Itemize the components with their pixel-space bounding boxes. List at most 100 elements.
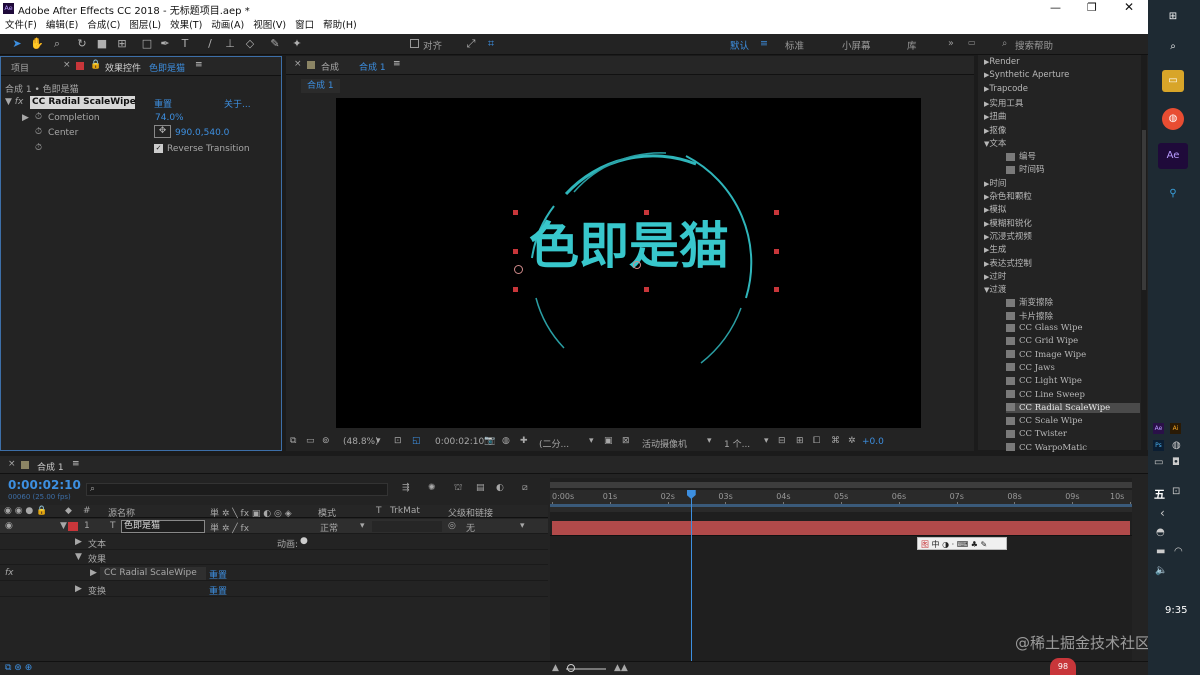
close-tab-icon[interactable]: × <box>63 60 71 70</box>
layer-expand-icon[interactable]: ▼ <box>60 521 67 531</box>
effect-property-row[interactable]: fx ▶ CC Radial ScaleWipe 重置 <box>0 566 548 581</box>
camera-tool-icon[interactable]: ■ <box>95 37 109 51</box>
playhead[interactable] <box>686 490 696 661</box>
start-icon[interactable]: ⊞ <box>1162 6 1184 28</box>
workspace-more[interactable]: » <box>948 38 954 49</box>
close-comp-tab-icon[interactable]: × <box>294 59 302 69</box>
bbox-handle-tr[interactable] <box>774 210 779 215</box>
effects-category[interactable]: ▶杂色和颗粒 <box>984 190 1032 202</box>
tab-project[interactable]: 项目 <box>11 61 29 74</box>
camera-dropdown[interactable]: 活动摄像机 <box>642 437 687 450</box>
effects-item[interactable]: CC Radial ScaleWipe <box>1006 402 1140 413</box>
tray-ime-label[interactable]: 五 <box>1154 486 1165 502</box>
workspace-standard[interactable]: 标准 <box>785 38 804 52</box>
zoom-out-icon[interactable]: ▲ <box>552 663 559 673</box>
timeline-menu-icon[interactable]: ≡ <box>72 459 80 469</box>
effects-item[interactable]: 渐变擦除 <box>1006 296 1053 308</box>
rectangle-tool-icon[interactable]: □ <box>140 37 154 51</box>
always-preview-icon[interactable]: ⧉ <box>290 436 296 446</box>
layer-duration-bar[interactable] <box>552 521 1130 535</box>
mode-arrow-icon[interactable]: ▾ <box>360 521 365 531</box>
effect-about-link[interactable]: 关于... <box>224 97 251 110</box>
snap-option-icon[interactable]: ⌗ <box>484 37 498 51</box>
bbox-handle-tc[interactable] <box>644 210 649 215</box>
type-tool-icon[interactable]: T <box>178 37 192 51</box>
source-name-column[interactable]: 源名称 <box>108 506 135 519</box>
workspace-small-screen[interactable]: 小屏幕 <box>842 38 871 52</box>
fx-toggle-icon[interactable]: ▼ fx <box>5 97 23 107</box>
toggle-pixel-aspect-icon[interactable]: ⊟ <box>778 436 786 446</box>
parent-dropdown[interactable]: 无 <box>466 521 475 534</box>
tray-chevron-icon[interactable]: ‹ <box>1160 506 1165 520</box>
layer-row[interactable]: ◉ ▼ 1 T 色即是猫 単 ✲ ╱ fx 正常 ▾ ◎ 无 ▾ <box>0 519 548 534</box>
tray-grid-icon[interactable]: ⊡ <box>1172 486 1180 497</box>
effects-category[interactable]: ▶Render <box>984 57 1020 67</box>
draft-3d-icon[interactable]: ✺ <box>428 483 436 493</box>
effects-category[interactable]: ▶模拟 <box>984 203 1006 215</box>
timeline-effect-reset[interactable]: 重置 <box>209 568 227 581</box>
vr-glasses-icon[interactable]: ⊚ <box>322 436 330 446</box>
menu-animation[interactable]: 动画(A) <box>211 17 244 34</box>
clone-stamp-tool-icon[interactable]: ⊥ <box>223 37 237 51</box>
motion-blur-icon[interactable]: ◐ <box>496 483 504 493</box>
file-explorer-icon[interactable]: ▭ <box>1162 70 1184 92</box>
pickwhip-icon[interactable]: ◎ <box>448 521 456 531</box>
timeline-icon[interactable]: ⧠ <box>813 436 820 446</box>
zoom-slider-thumb[interactable] <box>567 664 575 672</box>
reverse-stopwatch-icon[interactable]: ⏱ <box>35 143 42 153</box>
menu-composition[interactable]: 合成(C) <box>87 17 120 34</box>
taskbar-search-app-icon[interactable]: ⚲ <box>1162 183 1184 205</box>
roto-brush-tool-icon[interactable]: ✎ <box>268 37 282 51</box>
completion-expand-icon[interactable]: ▶ <box>22 113 29 123</box>
ime-toolbar[interactable]: 图 中 ◑ · ⌨ ♣ ✎ <box>917 537 1007 550</box>
comp-canvas[interactable]: 色即是猫 <box>336 98 921 428</box>
panel-menu-icon[interactable]: ≡ <box>195 60 203 70</box>
exposure-icon[interactable]: ✲ <box>848 436 856 446</box>
work-area-bar[interactable] <box>550 482 1132 488</box>
snap-icon[interactable]: ⤢ <box>464 37 478 51</box>
effects-item[interactable]: CC Image Wipe <box>1006 350 1086 360</box>
center-value[interactable]: 990.0,540.0 <box>175 128 229 138</box>
workspace-toggle-icon[interactable]: ▭ <box>968 38 976 47</box>
effects-property-row[interactable]: ▼ 效果 <box>0 550 548 565</box>
taskbar-after-effects-icon[interactable]: Ae <box>1158 143 1188 169</box>
effect-controls-layer-name[interactable]: 色即是猫 <box>149 61 185 74</box>
timeline-effect-name[interactable]: CC Radial ScaleWipe <box>100 567 206 580</box>
viewer-timecode[interactable]: 0:00:02:10 <box>435 437 484 447</box>
layer-visibility-icon[interactable]: ◉ <box>5 521 13 531</box>
fx-switch-icon[interactable]: fx <box>5 568 14 578</box>
center-stopwatch-icon[interactable]: ⏱ <box>35 127 42 137</box>
transform-reset[interactable]: 重置 <box>209 584 227 597</box>
zoom-arrow-icon[interactable]: ▾ <box>376 436 381 446</box>
bbox-handle-bl[interactable] <box>513 287 518 292</box>
effects-item[interactable]: CC Grid Wipe <box>1006 336 1078 346</box>
comp-text[interactable]: 色即是猫 <box>529 216 729 276</box>
tray-ai-icon[interactable]: Ai <box>1170 423 1181 434</box>
tray-browser-icon[interactable]: ◍ <box>1172 440 1181 451</box>
effects-item[interactable]: CC Twister <box>1006 429 1067 439</box>
hand-tool-icon[interactable]: ✋ <box>30 37 44 51</box>
bbox-handle-mr[interactable] <box>774 249 779 254</box>
effects-category[interactable]: ▶表达式控制 <box>984 257 1032 269</box>
completion-stopwatch-icon[interactable]: ⏱ <box>35 112 42 122</box>
ime-mode-label[interactable]: 中 <box>932 540 940 549</box>
tray-volume-icon[interactable]: 🔈 <box>1155 565 1167 576</box>
help-search-input[interactable]: 搜索帮助 <box>1015 38 1053 52</box>
ime-tools-icon[interactable]: ◑ · ⌨ ♣ ✎ <box>942 540 987 549</box>
menu-layer[interactable]: 图层(L) <box>129 17 161 34</box>
effects-item[interactable]: CC Scale Wipe <box>1006 416 1083 426</box>
comp-panel-menu-icon[interactable]: ≡ <box>393 59 401 69</box>
shy-icon[interactable]: ⛫ <box>454 483 462 494</box>
effects-item[interactable]: 卡片擦除 <box>1006 310 1053 322</box>
zoom-in-icon[interactable]: ▲▲ <box>614 663 628 673</box>
flowchart-icon[interactable]: ⌘ <box>831 436 840 446</box>
camera-arrow-icon[interactable]: ▾ <box>707 436 712 446</box>
workspace-menu-icon[interactable]: ≡ <box>760 38 768 49</box>
trkmat-dropdown[interactable] <box>372 521 442 532</box>
anchor-point-icon[interactable] <box>633 261 641 269</box>
resolution-arrow-icon[interactable]: ▾ <box>589 436 594 446</box>
trkmat-column[interactable]: TrkMat <box>390 506 420 516</box>
selection-tool-icon[interactable]: ➤ <box>10 37 24 51</box>
graph-editor-icon[interactable]: ⧄ <box>522 483 528 493</box>
tray-wechat-icon[interactable]: ◓ <box>1156 527 1165 538</box>
